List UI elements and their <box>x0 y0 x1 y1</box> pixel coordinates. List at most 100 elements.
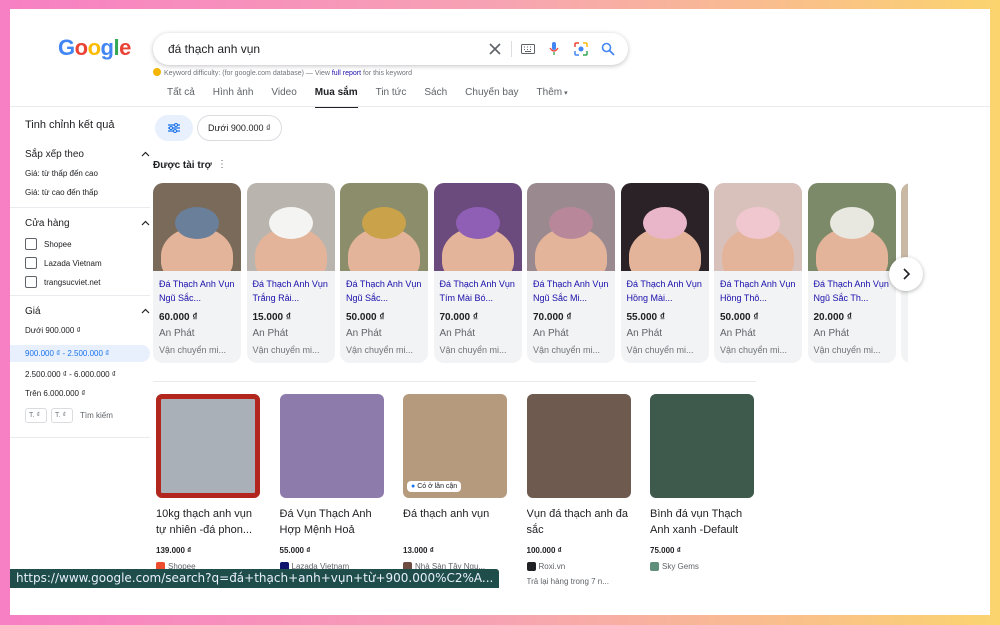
product-store: An Phát <box>626 328 663 339</box>
google-logo[interactable]: Google <box>58 35 131 61</box>
price-2500k-6000k[interactable]: 2.500.000 ₫ - 6.000.000 ₫ <box>25 370 150 379</box>
store-title: Cửa hàng <box>25 218 70 229</box>
product-image[interactable] <box>340 183 428 271</box>
sponsored-product-card[interactable]: Đá Thạch Anh Vụn Hồng Thô... 50.000 ₫ An P… <box>714 183 802 363</box>
sponsored-product-card[interactable]: Đá Thạch Anh Vụn Ngũ Sắc Mi... 70.000 ₫ An… <box>527 183 615 363</box>
product-image[interactable] <box>807 183 896 271</box>
keyword-db-note: (for google.com database) — View <box>220 70 332 77</box>
tab-7[interactable]: Thêm ▾ <box>537 87 568 107</box>
price-over-6000k[interactable]: Trên 6.000.000 ₫ <box>25 389 150 398</box>
product-card[interactable]: ● Có ở lân cận Đá thạch anh vụn 13.000 ₫ Nh… <box>403 394 511 586</box>
sponsored-product-card[interactable]: Đá Thạch Anh Vụn Trắng Rải... 15.000 ₫ An … <box>246 183 335 363</box>
full-report-link[interactable]: full report <box>332 70 361 77</box>
store-filter-trangsucviet[interactable]: trangsucviet.net <box>25 276 150 288</box>
more-vert-icon[interactable]: ⋮ <box>217 159 227 170</box>
stones-shape <box>362 207 406 239</box>
product-title[interactable]: Đá Thạch Anh Vụn Ngũ Sắc... <box>340 271 428 307</box>
tab-1[interactable]: Hình ảnh <box>213 87 254 107</box>
product-image[interactable] <box>620 183 709 271</box>
product-title[interactable]: Đá Thạch Anh Vụn Ngũ Sắc... <box>153 271 241 307</box>
store-filter-shopee[interactable]: Shopee <box>25 238 150 250</box>
close-icon[interactable] <box>486 40 504 58</box>
stones-shape <box>736 207 780 239</box>
price-min-input[interactable]: T. ₫ <box>25 408 47 423</box>
product-title[interactable]: Đá Thạch Anh Vụn Tím Mài Bó... <box>434 271 522 307</box>
tab-4[interactable]: Tin tức <box>376 87 407 107</box>
product-image[interactable] <box>714 183 802 271</box>
product-card[interactable]: Đá Vụn Thạch Anh Hợp Mệnh Hoả 55.000 ₫ Laz… <box>279 394 388 571</box>
product-price: 55.000 ₫ <box>626 312 666 323</box>
sort-high-low[interactable]: Giá: từ cao đến thấp <box>25 188 150 197</box>
product-image[interactable] <box>433 183 522 271</box>
product-image[interactable] <box>526 394 631 498</box>
product-store: Roxi.vn <box>526 562 635 571</box>
mic-icon[interactable] <box>545 40 563 58</box>
price-section-header[interactable]: Giá <box>25 306 150 317</box>
product-title[interactable]: Bình đá vụn Thạch Anh xanh -Default Titl… <box>650 506 758 538</box>
sidebar-divider <box>10 207 150 208</box>
product-image[interactable] <box>153 183 241 271</box>
price-range-row: T. ₫ T. ₫ Tìm kiếm <box>25 408 150 423</box>
location-pin-icon: ● <box>411 483 416 490</box>
price-900k-2500k[interactable]: 900.000 ₫ - 2.500.000 ₫ <box>10 345 150 362</box>
status-bar-url: https://www.google.com/search?q=đá+thạch… <box>10 569 500 588</box>
price-max-input[interactable]: T. ₫ <box>51 408 73 423</box>
stones-shape <box>549 207 593 239</box>
product-title[interactable]: 10kg thạch anh vụn tự nhiên -đá phon... <box>156 506 264 538</box>
tab-2[interactable]: Video <box>271 87 296 107</box>
product-price: 139.000 ₫ <box>156 546 192 555</box>
product-price: 50.000 ₫ <box>720 312 759 323</box>
product-title[interactable]: Vụn đá thạch anh đa sắc <box>527 506 635 538</box>
search-box[interactable]: đá thạch anh vụn <box>153 33 628 65</box>
sponsored-product-card[interactable]: Đá Thạch Anh Vụn Ngũ Sắc... 60.000 ₫ An Ph… <box>153 183 241 363</box>
product-image[interactable] <box>527 183 615 271</box>
lens-icon[interactable] <box>572 40 590 58</box>
tab-3[interactable]: Mua sắm <box>314 87 358 108</box>
price-under-900k[interactable]: Dưới 900.000 ₫ <box>25 326 150 335</box>
product-image[interactable]: ● Có ở lân cận <box>403 394 507 498</box>
sponsored-product-card[interactable]: Đá Thạch Anh Vụn Tím Mài Bó... 70.000 ₫ An… <box>433 183 522 363</box>
product-title[interactable]: Đá thạch anh vụn <box>403 506 511 538</box>
sponsored-product-card[interactable]: Đá Thạch Anh Vụn Ngũ Sắc Th... 20.000 ₫ An… <box>807 183 896 363</box>
product-card[interactable]: 10kg thạch anh vụn tự nhiên -đá phon... 1… <box>156 394 264 571</box>
product-title[interactable]: Đá Thạch Anh Vụn Trắng Rải... <box>247 271 335 307</box>
checkbox[interactable] <box>25 276 37 288</box>
product-price: 100.000 ₫ <box>526 546 562 555</box>
product-image[interactable] <box>246 183 335 271</box>
sort-low-high[interactable]: Giá: từ thấp đến cao <box>25 169 150 178</box>
tab-6[interactable]: Chuyến bay <box>465 87 518 107</box>
chevron-up-icon[interactable] <box>141 218 150 229</box>
chevron-up-icon[interactable] <box>141 149 150 160</box>
product-store: Sky Gems <box>650 562 758 571</box>
carousel-next-button[interactable] <box>889 257 923 291</box>
tab-0[interactable]: Tất cả <box>167 87 195 107</box>
product-title[interactable]: Đá Vụn Thạch Anh Hợp Mệnh Hoả <box>280 506 388 538</box>
store-section-header[interactable]: Cửa hàng <box>25 218 150 229</box>
checkbox[interactable] <box>25 257 37 269</box>
sponsored-product-card[interactable]: Đá Thạch Anh Vụn Hồng Mài... 55.000 ₫ An P… <box>620 183 709 363</box>
product-title[interactable]: Đá Thạch Anh Vụn Ngũ Sắc Th... <box>808 271 896 307</box>
tab-label: Thêm <box>536 87 563 98</box>
sponsored-product-card[interactable]: Đá Thạch Anh Vụn Ngũ Sắc... 50.000 ₫ An Ph… <box>340 183 428 363</box>
product-title[interactable]: Đá Thạch Anh Vụn Hồng Mài... <box>621 271 709 307</box>
product-image[interactable] <box>279 394 384 498</box>
product-card[interactable]: Bình đá vụn Thạch Anh xanh -Default Titl… <box>650 394 758 571</box>
product-title[interactable]: Đá Thạch Anh Vụn Hồng Thô... <box>714 271 802 307</box>
search-input[interactable]: đá thạch anh vụn <box>168 42 260 56</box>
store-filter-lazada[interactable]: Lazada Vietnam <box>25 257 150 269</box>
product-card[interactable]: Vụn đá thạch anh đa sắc 100.000 ₫ Roxi.vn T… <box>526 394 635 586</box>
checkbox[interactable] <box>25 238 37 250</box>
price-range-search-button[interactable]: Tìm kiếm <box>80 411 113 420</box>
search-icon[interactable] <box>599 40 617 58</box>
tab-label: Tin tức <box>375 87 407 98</box>
product-title[interactable]: Đá Thạch Anh Vụn Ngũ Sắc Mi... <box>527 271 615 307</box>
product-image[interactable] <box>650 394 754 498</box>
tab-5[interactable]: Sách <box>424 87 447 107</box>
keyword-difficulty-label: Keyword difficulty: <box>164 70 221 77</box>
keyboard-icon[interactable] <box>519 40 537 58</box>
filters-button[interactable] <box>155 115 193 141</box>
sort-section-header[interactable]: Sắp xếp theo <box>25 149 150 160</box>
product-image[interactable] <box>156 394 260 498</box>
price-filter-chip[interactable]: Dưới 900.000 ₫ <box>197 115 282 141</box>
chevron-up-icon[interactable] <box>141 306 150 317</box>
